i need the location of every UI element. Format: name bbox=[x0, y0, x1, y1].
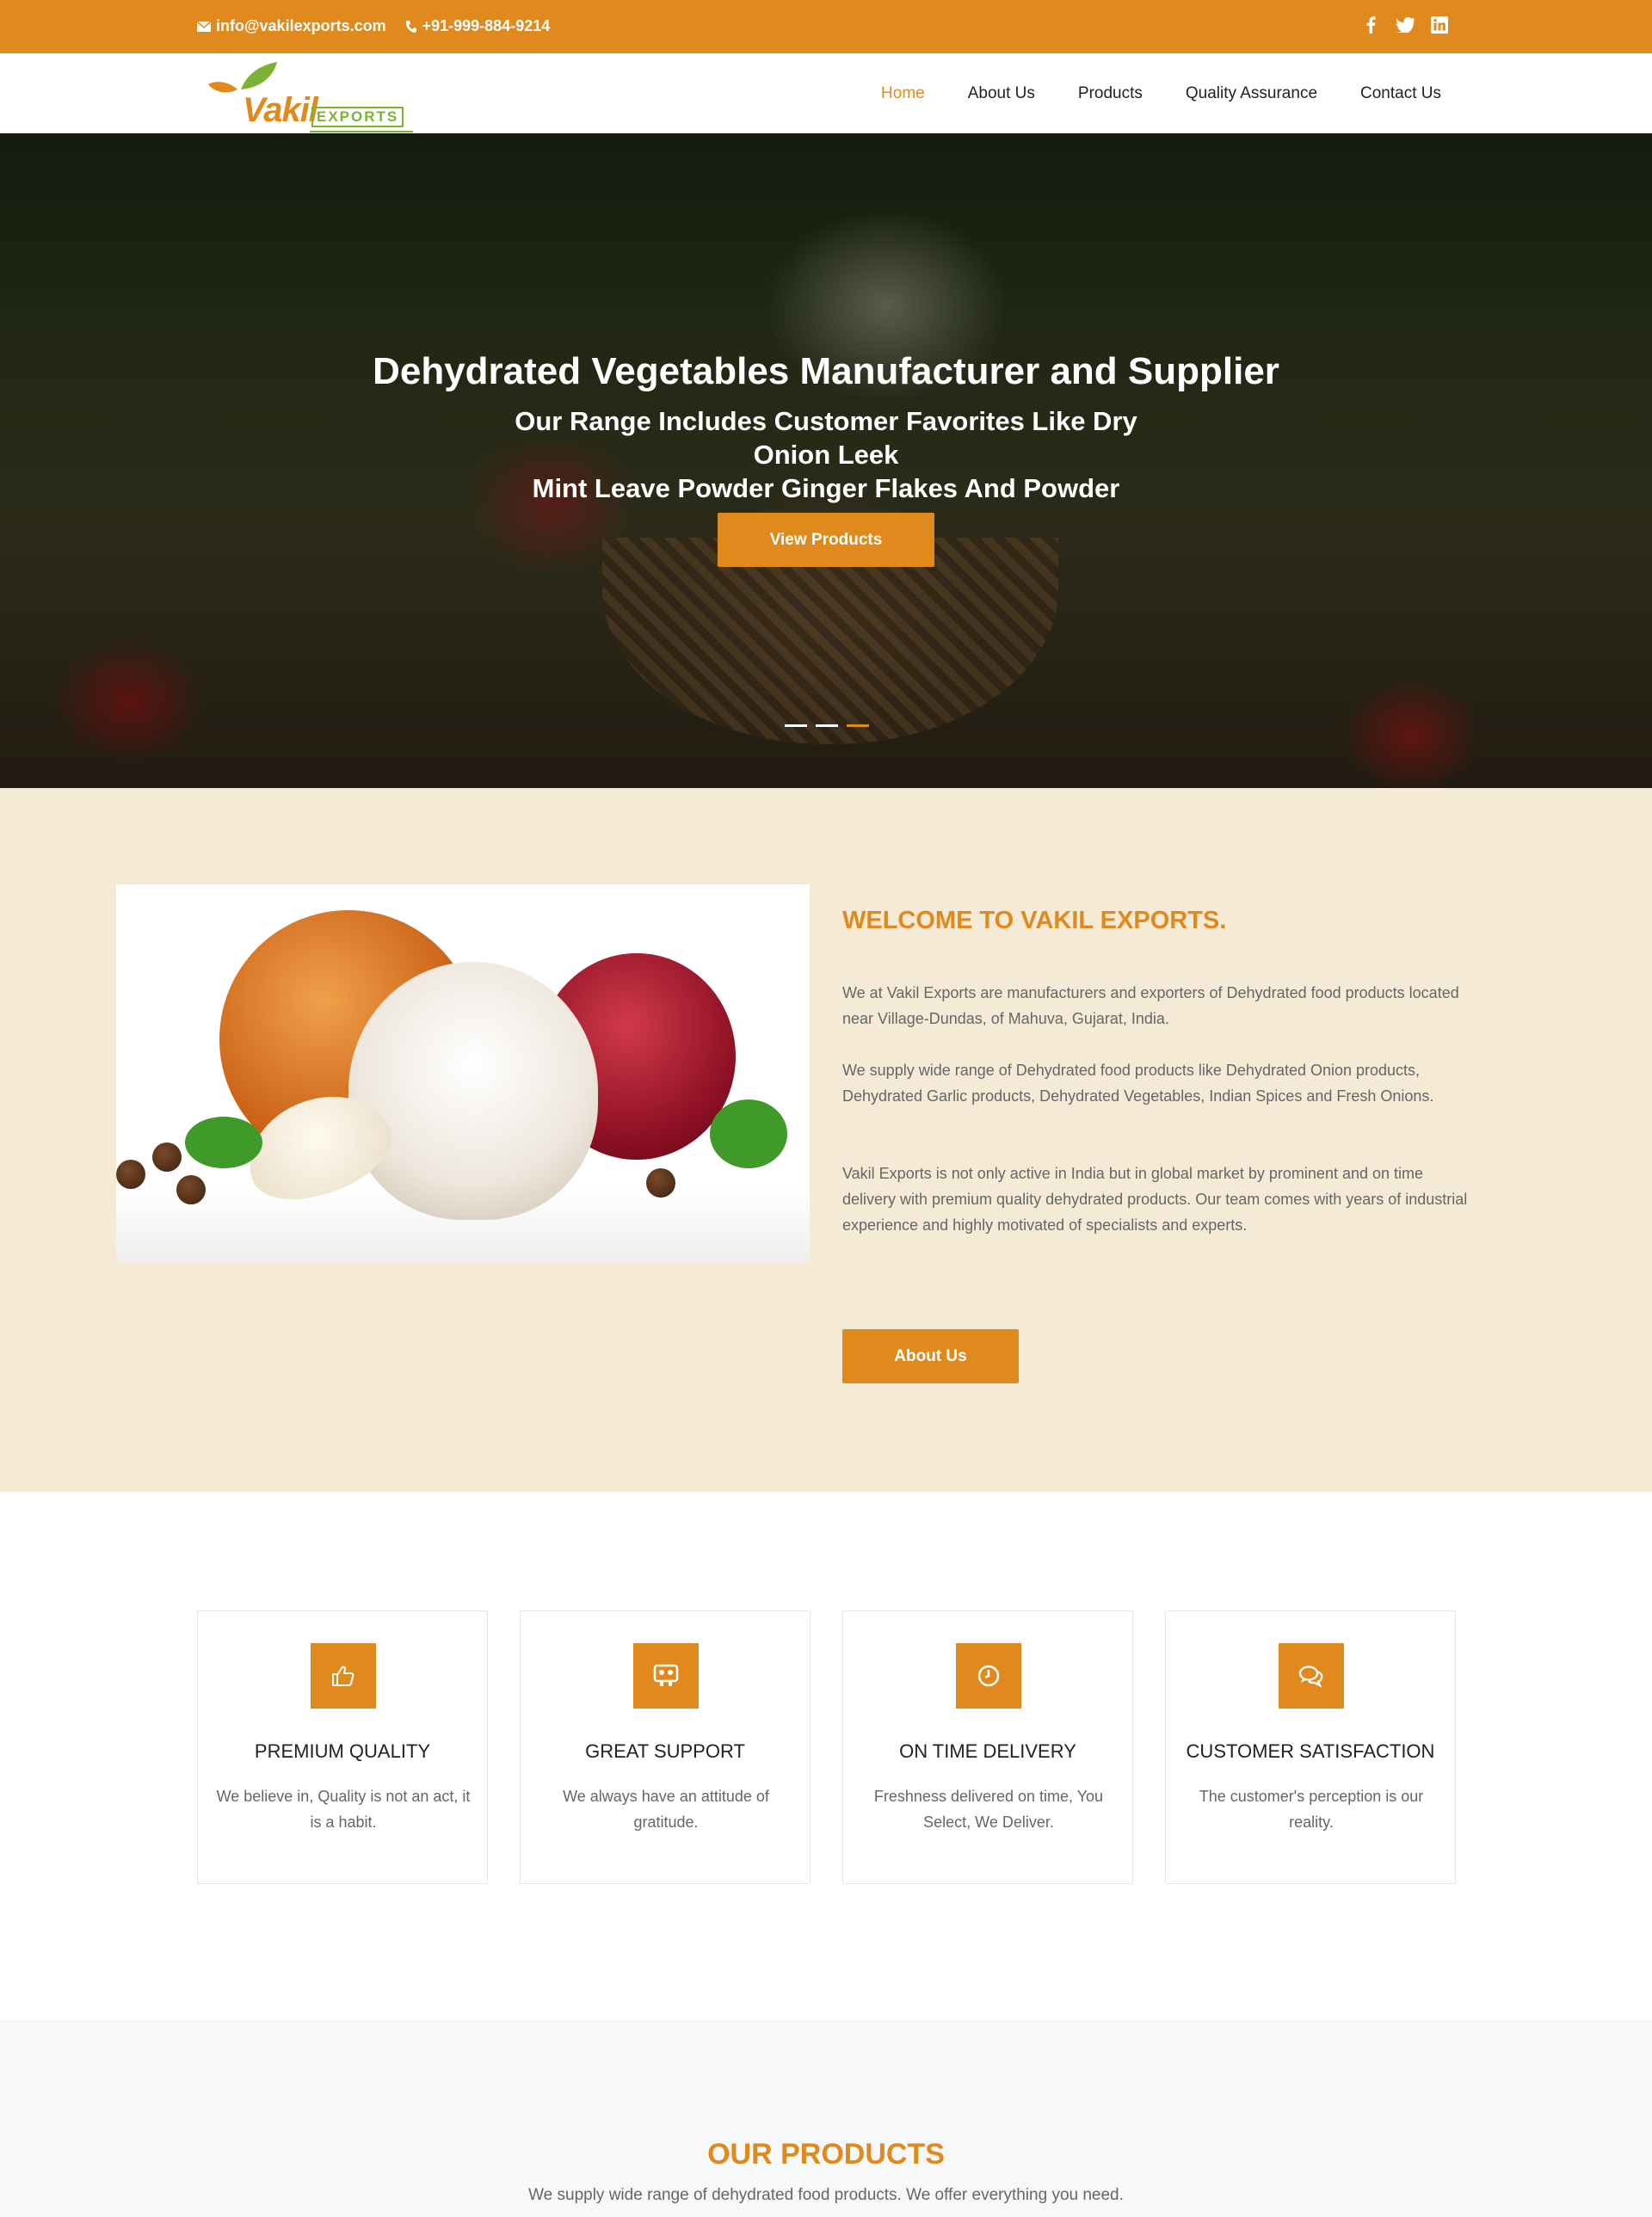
clock-icon bbox=[956, 1643, 1021, 1709]
view-products-button[interactable]: View Products bbox=[718, 513, 934, 567]
slider-indicators bbox=[785, 724, 878, 727]
feature-title: GREAT SUPPORT bbox=[585, 1740, 745, 1762]
logo-subtext: EXPORTS bbox=[311, 107, 404, 127]
products-section: OUR PRODUCTS We supply wide range of deh… bbox=[0, 2020, 1652, 2217]
welcome-section: WELCOME TO VAKIL EXPORTS. We at Vakil Ex… bbox=[0, 788, 1652, 1492]
features-section: PREMIUM QUALITY We believe in, Quality i… bbox=[0, 1492, 1652, 2020]
feature-card-premium-quality: PREMIUM QUALITY We believe in, Quality i… bbox=[197, 1610, 488, 1884]
nav-products[interactable]: Products bbox=[1078, 84, 1143, 103]
logo[interactable]: Vakil EXPORTS bbox=[198, 59, 413, 132]
twitter-icon[interactable] bbox=[1396, 15, 1415, 34]
phone-link[interactable]: +91-999-884-9214 bbox=[405, 17, 551, 35]
email-link[interactable]: info@vakilexports.com bbox=[197, 17, 386, 35]
thumbs-up-icon bbox=[311, 1643, 376, 1709]
welcome-paragraph-1: We at Vakil Exports are manufacturers an… bbox=[842, 984, 1459, 1027]
products-heading: OUR PRODUCTS bbox=[707, 2138, 945, 2171]
site-header: Vakil EXPORTS Home About Us Products Qua… bbox=[0, 53, 1652, 133]
feature-description: The customer's perception is our reality… bbox=[1199, 1788, 1424, 1831]
slider-dot-1[interactable] bbox=[785, 724, 807, 727]
facebook-icon[interactable] bbox=[1361, 15, 1380, 34]
onion-garlic-image bbox=[116, 884, 810, 1263]
hero-subtitle-line2: Mint Leave Powder Ginger Flakes And Powd… bbox=[532, 473, 1120, 503]
phone-text: +91-999-884-9214 bbox=[422, 17, 551, 34]
feature-card-on-time-delivery: ON TIME DELIVERY Freshness delivered on … bbox=[842, 1610, 1133, 1884]
support-icon bbox=[633, 1643, 699, 1709]
nav-home[interactable]: Home bbox=[881, 84, 925, 103]
feature-card-great-support: GREAT SUPPORT We always have an attitude… bbox=[520, 1610, 811, 1884]
email-text: info@vakilexports.com bbox=[216, 17, 386, 34]
slider-dot-3[interactable] bbox=[847, 724, 869, 727]
hero-title: Dehydrated Vegetables Manufacturer and S… bbox=[373, 350, 1279, 392]
nav-quality-assurance[interactable]: Quality Assurance bbox=[1186, 84, 1317, 103]
phone-icon bbox=[405, 20, 416, 33]
linkedin-icon[interactable] bbox=[1430, 15, 1449, 34]
welcome-heading: WELCOME TO VAKIL EXPORTS. bbox=[842, 907, 1227, 934]
hero-slider: Dehydrated Vegetables Manufacturer and S… bbox=[0, 133, 1652, 788]
social-links bbox=[1346, 15, 1449, 34]
hero-subtitle-line1: Our Range Includes Customer Favorites Li… bbox=[515, 406, 1137, 470]
products-subheading: We supply wide range of dehydrated food … bbox=[528, 2186, 1124, 2204]
top-bar: info@vakilexports.com +91-999-884-9214 bbox=[0, 0, 1652, 53]
main-nav: Home About Us Products Quality Assurance… bbox=[838, 84, 1441, 103]
logo-text: Vakil bbox=[243, 91, 318, 129]
chat-icon bbox=[1279, 1643, 1344, 1709]
nav-contact-us[interactable]: Contact Us bbox=[1360, 84, 1441, 103]
slider-dot-2[interactable] bbox=[816, 724, 838, 727]
logo-underline bbox=[310, 131, 413, 132]
welcome-paragraph-3: Vakil Exports is not only active in Indi… bbox=[842, 1165, 1468, 1234]
contact-info: info@vakilexports.com +91-999-884-9214 bbox=[197, 17, 569, 35]
feature-title: CUSTOMER SATISFACTION bbox=[1186, 1740, 1435, 1762]
feature-title: PREMIUM QUALITY bbox=[254, 1740, 431, 1762]
about-us-button[interactable]: About Us bbox=[842, 1329, 1019, 1383]
feature-title: ON TIME DELIVERY bbox=[899, 1740, 1076, 1762]
feature-description: We believe in, Quality is not an act, it… bbox=[216, 1788, 471, 1831]
feature-description: Freshness delivered on time, You Select,… bbox=[873, 1788, 1104, 1831]
hero-subtitle: Our Range Includes Customer Favorites Li… bbox=[482, 404, 1170, 505]
welcome-paragraph-2: We supply wide range of Dehydrated food … bbox=[842, 1062, 1434, 1105]
feature-description: We always have an attitude of gratitude. bbox=[563, 1788, 769, 1831]
feature-card-customer-satisfaction: CUSTOMER SATISFACTION The customer's per… bbox=[1165, 1610, 1456, 1884]
envelope-icon bbox=[197, 21, 211, 32]
nav-about-us[interactable]: About Us bbox=[968, 84, 1035, 103]
